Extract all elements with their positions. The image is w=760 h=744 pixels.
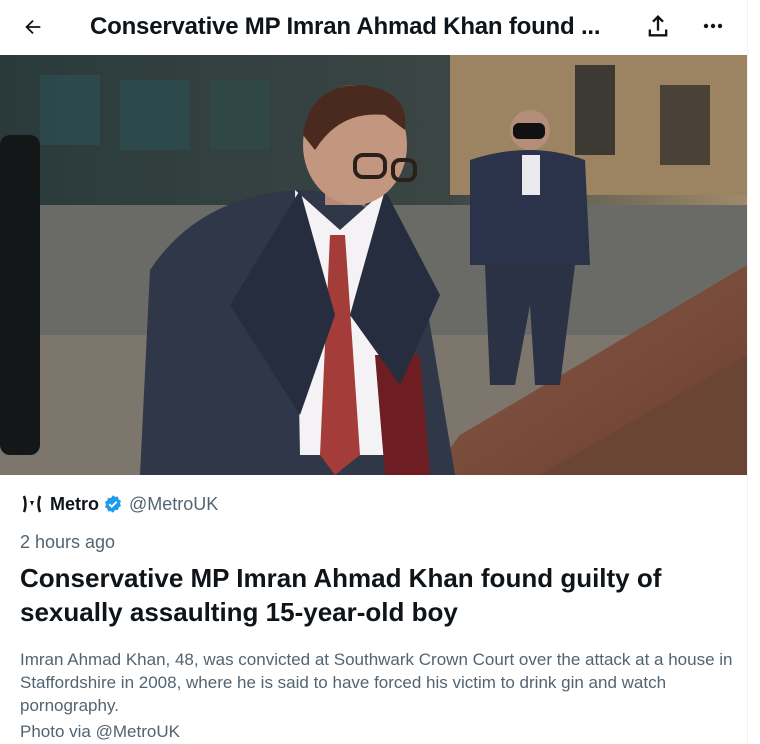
more-horizontal-icon (703, 23, 723, 29)
more-button[interactable] (700, 14, 726, 38)
article-photo[interactable] (0, 55, 747, 475)
verified-badge-icon (105, 495, 121, 513)
share-button[interactable] (644, 12, 672, 40)
top-bar: Conservative MP Imran Ahmad Khan found .… (0, 0, 748, 53)
source-row[interactable]: Metro @MetroUK (20, 490, 218, 518)
column-border (747, 0, 748, 744)
back-button[interactable] (20, 14, 46, 40)
arrow-left-icon (25, 19, 41, 34)
page-title: Conservative MP Imran Ahmad Khan found .… (90, 12, 601, 40)
source-handle: @MetroUK (129, 493, 219, 514)
article-headline[interactable]: Conservative MP Imran Ahmad Khan found g… (20, 561, 740, 629)
article-description: Imran Ahmad Khan, 48, was convicted at S… (20, 650, 733, 715)
source-name: Metro (50, 493, 99, 514)
share-icon (648, 15, 668, 37)
photo-credit: Photo via @MetroUK (20, 722, 180, 741)
timestamp: 2 hours ago (20, 532, 116, 552)
metro-logo-icon (20, 492, 44, 516)
